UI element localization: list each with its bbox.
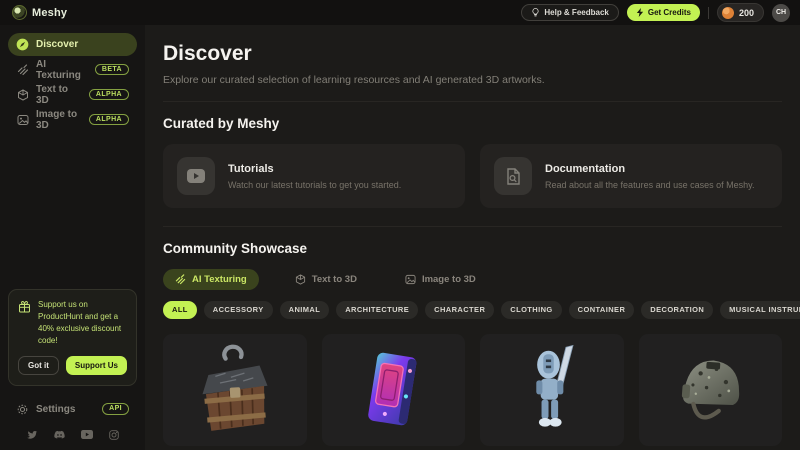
texture-brush-icon	[175, 274, 186, 285]
alpha-badge: ALPHA	[89, 114, 129, 126]
social-links	[8, 430, 137, 440]
gear-icon	[16, 403, 29, 416]
card-description: Read about all the features and use case…	[545, 180, 754, 190]
card-title: Tutorials	[228, 163, 401, 175]
card-title: Documentation	[545, 163, 754, 175]
topbar-divider	[708, 7, 709, 19]
filter-chips: ALL ACCESSORY ANIMAL ARCHITECTURE CHARAC…	[163, 301, 782, 319]
sidebar-bottom: Support us on ProductHunt and get a 40% …	[8, 289, 137, 444]
instagram-icon[interactable]	[109, 430, 119, 440]
meshy-logo-text: Meshy	[32, 7, 67, 19]
artwork-armed-beast[interactable]	[480, 334, 624, 446]
tab-label: Text to 3D	[312, 274, 357, 285]
beta-badge: BETA	[95, 64, 129, 76]
support-us-button[interactable]: Support Us	[66, 356, 127, 375]
tab-text-to-3d[interactable]: Text to 3D	[283, 269, 369, 290]
filter-chip-all[interactable]: ALL	[163, 301, 197, 319]
topbar-actions: Help & Feedback Get Credits 200 CH	[521, 3, 790, 22]
gallery-item: PR Marine Corps Helmet Proton	[639, 334, 783, 450]
tab-image-to-3d[interactable]: Image to 3D	[393, 269, 488, 290]
page-subtitle: Explore our curated selection of learnin…	[163, 74, 782, 86]
compass-icon	[16, 38, 29, 51]
lightbulb-icon	[531, 8, 540, 17]
filter-chip-architecture[interactable]: ARCHITECTURE	[336, 301, 418, 319]
card-description: Watch our latest tutorials to get you st…	[228, 180, 401, 190]
youtube-play-icon	[177, 157, 215, 195]
meshy-logo[interactable]: Meshy	[12, 5, 67, 20]
sidebar-item-ai-texturing[interactable]: AI Texturing BETA	[8, 58, 137, 81]
app-shell: Discover AI Texturing BETA Text to 3D AL…	[0, 25, 800, 450]
meshy-app: Meshy Help & Feedback Get Credits 200 CH	[0, 0, 800, 450]
credits-count: 200	[739, 8, 754, 18]
got-it-button[interactable]: Got it	[18, 356, 59, 375]
twitter-icon[interactable]	[27, 430, 38, 440]
sidebar-item-label: Image to 3D	[36, 109, 82, 131]
page-header: Discover Explore our curated selection o…	[163, 25, 782, 102]
filter-chip-character[interactable]: CHARACTER	[425, 301, 494, 319]
discord-icon[interactable]	[54, 430, 65, 439]
sidebar-item-settings[interactable]: Settings API	[8, 398, 137, 420]
gift-icon	[18, 300, 31, 313]
showcase-heading: Community Showcase	[163, 241, 782, 256]
producthunt-promo-card: Support us on ProductHunt and get a 40% …	[8, 289, 137, 386]
settings-label: Settings	[36, 404, 75, 415]
help-feedback-label: Help & Feedback	[544, 8, 608, 17]
tab-label: Image to 3D	[422, 274, 476, 285]
curated-section: Curated by Meshy Tutorials Watch our lat…	[163, 102, 782, 227]
sidebar-item-label: Text to 3D	[36, 84, 82, 106]
tutorials-card-text: Tutorials Watch our latest tutorials to …	[228, 163, 401, 190]
artwork-helmet[interactable]	[639, 334, 783, 446]
tab-ai-texturing[interactable]: AI Texturing	[163, 269, 259, 290]
documentation-card[interactable]: Documentation Read about all the feature…	[480, 144, 782, 208]
showcase-tabs: AI Texturing Text to 3D Image to 3D	[163, 269, 782, 290]
topbar: Meshy Help & Feedback Get Credits 200 CH	[0, 0, 800, 25]
sidebar-item-image-to-3d[interactable]: Image to 3D ALPHA	[8, 108, 137, 131]
sidebar-item-label: AI Texturing	[36, 59, 88, 81]
sidebar-item-label: Discover	[36, 39, 78, 50]
showcase-section: Community Showcase AI Texturing Text to …	[163, 227, 782, 450]
gallery-item: KN Box Knight42	[322, 334, 466, 450]
image-icon	[16, 113, 29, 126]
coin-icon	[722, 7, 734, 19]
meshy-logo-icon	[12, 5, 27, 20]
filter-chip-container[interactable]: CONTAINER	[569, 301, 635, 319]
filter-chip-clothing[interactable]: CLOTHING	[501, 301, 561, 319]
help-feedback-button[interactable]: Help & Feedback	[521, 4, 618, 21]
document-search-icon	[494, 157, 532, 195]
image-icon	[405, 274, 416, 285]
get-credits-button[interactable]: Get Credits	[627, 4, 700, 21]
promo-text: Support us on ProductHunt and get a 40% …	[38, 299, 127, 347]
main-content: Discover Explore our curated selection o…	[145, 25, 800, 450]
credits-balance[interactable]: 200	[717, 3, 764, 22]
cube-icon	[295, 274, 306, 285]
youtube-icon[interactable]	[81, 430, 93, 439]
gallery-item: AV Armed beast AVAR	[480, 334, 624, 450]
artwork-treasure-chest[interactable]	[163, 334, 307, 446]
tab-label: AI Texturing	[192, 274, 247, 285]
lightning-icon	[636, 8, 644, 17]
curated-heading: Curated by Meshy	[163, 116, 782, 131]
get-credits-label: Get Credits	[648, 8, 691, 17]
gallery-item: HA A chest Hannah	[163, 334, 307, 450]
user-avatar[interactable]: CH	[772, 4, 790, 22]
documentation-card-text: Documentation Read about all the feature…	[545, 163, 754, 190]
sidebar-item-text-to-3d[interactable]: Text to 3D ALPHA	[8, 83, 137, 106]
filter-chip-decoration[interactable]: DECORATION	[641, 301, 713, 319]
api-badge: API	[102, 403, 129, 415]
filter-chip-musical-instrument[interactable]: MUSICAL INSTRUMENT	[720, 301, 800, 319]
sidebar-item-discover[interactable]: Discover	[8, 33, 137, 56]
sidebar: Discover AI Texturing BETA Text to 3D AL…	[0, 25, 145, 450]
artwork-box[interactable]	[322, 334, 466, 446]
texture-brush-icon	[16, 63, 29, 76]
tutorials-card[interactable]: Tutorials Watch our latest tutorials to …	[163, 144, 465, 208]
alpha-badge: ALPHA	[89, 89, 129, 101]
filter-chip-animal[interactable]: ANIMAL	[280, 301, 330, 319]
showcase-gallery: HA A chest Hannah	[163, 334, 782, 450]
page-title: Discover	[163, 42, 782, 66]
filter-chip-accessory[interactable]: ACCESSORY	[204, 301, 273, 319]
cube-icon	[16, 88, 29, 101]
